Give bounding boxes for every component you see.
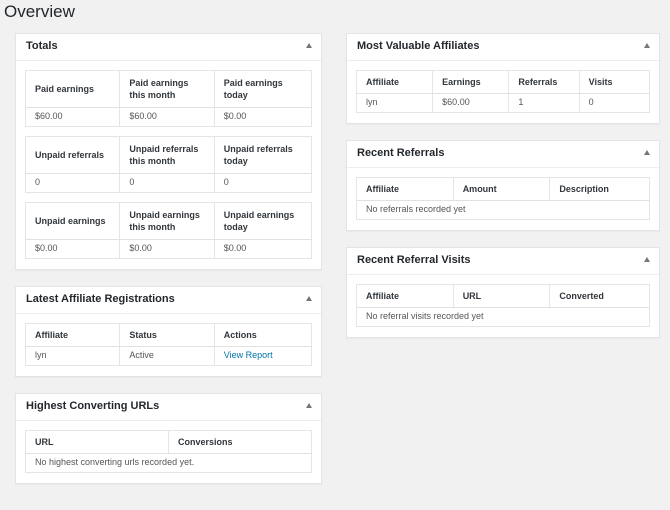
table-header: Unpaid earnings today xyxy=(213,202,312,240)
table-header: Unpaid earnings xyxy=(25,202,120,240)
view-report-link[interactable]: View Report xyxy=(224,350,273,360)
table-cell: $0.00 xyxy=(35,243,58,253)
table-row: No referrals recorded yet xyxy=(357,201,650,220)
table-row: $60.00 $60.00 $0.00 xyxy=(26,107,312,127)
table-header: Unpaid earnings this month xyxy=(119,202,215,240)
registrations-title: Latest Affiliate Registrations xyxy=(26,293,175,305)
table-row: No highest converting urls recorded yet. xyxy=(26,454,312,473)
table-cell: $60.00 xyxy=(119,107,215,127)
referrals-header[interactable]: Recent Referrals xyxy=(347,141,659,168)
valuable-content: Affiliate Earnings Referrals Visits lyn … xyxy=(347,61,659,123)
table-header: Referrals xyxy=(508,70,580,94)
converting-header[interactable]: Highest Converting URLs xyxy=(16,394,321,421)
table-row: No referral visits recorded yet xyxy=(357,308,650,327)
totals-header[interactable]: Totals xyxy=(16,34,321,61)
referrals-box: Recent Referrals Affiliate Amount Descri… xyxy=(346,140,660,231)
collapse-arrow-icon[interactable] xyxy=(644,150,650,155)
table-header: Earnings xyxy=(432,70,509,94)
table-cell: $0.00 xyxy=(213,107,312,127)
table-cell: lyn xyxy=(35,350,47,360)
collapse-arrow-icon[interactable] xyxy=(306,403,312,408)
empty-message: No highest converting urls recorded yet. xyxy=(35,457,195,467)
converting-title: Highest Converting URLs xyxy=(26,400,160,412)
converting-table: URL Conversions No highest converting ur… xyxy=(25,430,312,473)
table-cell: 0 xyxy=(35,177,41,187)
totals-content: Paid earnings Paid earnings this month P… xyxy=(16,61,321,269)
table-header: Visits xyxy=(578,70,650,94)
table-cell: View Report xyxy=(213,346,312,366)
totals-box: Totals Paid earnings Paid earnings this … xyxy=(15,33,322,270)
table-row: lyn $60.00 1 0 xyxy=(357,93,650,113)
table-header: Description xyxy=(549,177,650,201)
visits-content: Affiliate URL Converted No referral visi… xyxy=(347,275,659,337)
table-row: 0 0 0 xyxy=(26,173,312,193)
table-cell: $0.00 xyxy=(213,239,312,259)
converting-content: URL Conversions No highest converting ur… xyxy=(16,421,321,483)
page-title: Overview xyxy=(4,2,75,21)
referrals-content: Affiliate Amount Description No referral… xyxy=(347,168,659,230)
collapse-arrow-icon[interactable] xyxy=(306,43,312,48)
registrations-content: Affiliate Status Actions lyn Active View… xyxy=(16,314,321,376)
table-cell: 0 xyxy=(213,173,312,193)
valuable-box: Most Valuable Affiliates Affiliate Earni… xyxy=(346,33,660,124)
table-header: URL xyxy=(25,430,169,454)
converting-box: Highest Converting URLs URL Conversions … xyxy=(15,393,322,484)
table-header: Affiliate xyxy=(25,323,120,347)
table-cell: lyn xyxy=(366,97,378,107)
table-header: Unpaid referrals today xyxy=(213,136,312,174)
table-header: Paid earnings today xyxy=(213,70,312,108)
table-cell: $60.00 xyxy=(35,111,63,121)
visits-table: Affiliate URL Converted No referral visi… xyxy=(356,284,650,327)
right-column: Most Valuable Affiliates Affiliate Earni… xyxy=(346,33,660,354)
collapse-arrow-icon[interactable] xyxy=(306,296,312,301)
totals-title: Totals xyxy=(26,40,58,52)
table-row: $0.00 $0.00 $0.00 xyxy=(26,239,312,259)
table-header: URL xyxy=(452,284,550,308)
empty-message: No referrals recorded yet xyxy=(366,204,466,214)
registrations-header[interactable]: Latest Affiliate Registrations xyxy=(16,287,321,314)
table-cell: 1 xyxy=(508,93,580,113)
table-cell: 0 xyxy=(119,173,215,193)
table-header: Unpaid referrals xyxy=(25,136,120,174)
collapse-arrow-icon[interactable] xyxy=(644,43,650,48)
table-row: lyn Active View Report xyxy=(26,346,312,366)
visits-box: Recent Referral Visits Affiliate URL Con… xyxy=(346,247,660,338)
table-cell: Active xyxy=(119,346,215,366)
table-header: Status xyxy=(119,323,215,347)
table-header: Unpaid referrals this month xyxy=(119,136,215,174)
table-cell: $60.00 xyxy=(432,93,509,113)
collapse-arrow-icon[interactable] xyxy=(644,257,650,262)
empty-message: No referral visits recorded yet xyxy=(366,311,484,321)
table-header: Affiliate xyxy=(356,177,454,201)
registrations-box: Latest Affiliate Registrations Affiliate… xyxy=(15,286,322,377)
valuable-header[interactable]: Most Valuable Affiliates xyxy=(347,34,659,61)
table-header: Affiliate xyxy=(356,70,433,94)
valuable-table: Affiliate Earnings Referrals Visits lyn … xyxy=(356,70,650,113)
table-header: Amount xyxy=(452,177,550,201)
valuable-title: Most Valuable Affiliates xyxy=(357,40,480,52)
table-cell: 0 xyxy=(578,93,650,113)
referrals-title: Recent Referrals xyxy=(357,147,445,159)
visits-header[interactable]: Recent Referral Visits xyxy=(347,248,659,275)
table-header: Paid earnings this month xyxy=(119,70,215,108)
left-column: Totals Paid earnings Paid earnings this … xyxy=(15,33,322,500)
unpaid-referrals-table: Unpaid referrals Unpaid referrals this m… xyxy=(25,136,312,193)
registrations-table: Affiliate Status Actions lyn Active View… xyxy=(25,323,312,366)
unpaid-earnings-table: Unpaid earnings Unpaid earnings this mon… xyxy=(25,202,312,259)
table-header: Conversions xyxy=(168,430,312,454)
table-cell: $0.00 xyxy=(119,239,215,259)
table-header: Converted xyxy=(549,284,650,308)
paid-earnings-table: Paid earnings Paid earnings this month P… xyxy=(25,70,312,127)
visits-title: Recent Referral Visits xyxy=(357,254,471,266)
table-header: Actions xyxy=(213,323,312,347)
table-header: Paid earnings xyxy=(25,70,120,108)
referrals-table: Affiliate Amount Description No referral… xyxy=(356,177,650,220)
table-header: Affiliate xyxy=(356,284,454,308)
